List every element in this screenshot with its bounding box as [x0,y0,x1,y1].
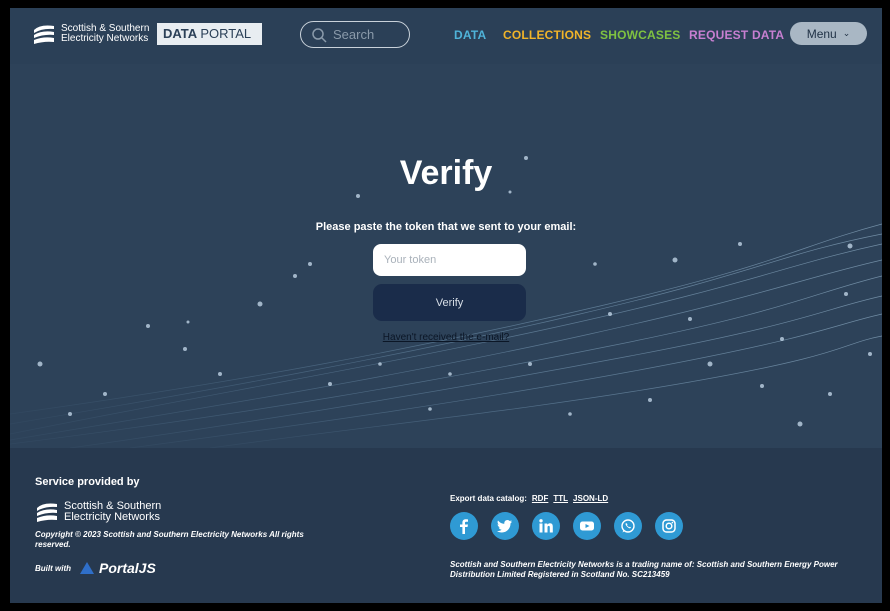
export-ttl-link[interactable]: TTL [553,494,568,503]
chevron-down-icon: ⌄ [842,28,851,38]
youtube-icon[interactable] [573,512,601,540]
export-label: Export data catalog: [450,494,527,503]
ssen-logo-icon [34,25,54,44]
whatsapp-icon[interactable] [614,512,642,540]
site-header: Scottish & Southern Electricity Networks… [10,8,882,64]
linkedin-icon[interactable] [532,512,560,540]
verify-button[interactable]: Verify [373,284,526,321]
social-links [450,512,683,540]
search-placeholder: Search [333,27,375,42]
token-input[interactable] [373,244,526,276]
resend-email-link[interactable]: Haven't received the e-mail? [10,332,882,343]
page-frame: Scottish & Southern Electricity Networks… [10,8,882,603]
portal-bold: DATA [163,26,197,41]
menu-button[interactable]: Menu ⌄ [790,22,867,45]
page-title: Verify [399,154,493,192]
footer-brand-line-2: Electricity Networks [64,511,160,523]
portaljs-link[interactable]: PortalJS [99,560,156,576]
ssen-logo-icon [37,503,57,522]
facebook-glyph [460,519,468,534]
footer-brand-name: Scottish & Southern Electricity Networks [64,501,161,523]
export-jsonld-link[interactable]: JSON-LD [573,494,608,503]
search-icon [312,27,327,43]
twitter-glyph [497,520,512,533]
linkedin-glyph [539,519,553,533]
verify-section: Verify Please paste the token that we se… [10,64,882,448]
search-box[interactable]: Search [300,21,410,48]
service-title: Service provided by [35,476,140,488]
portal-light: PORTAL [200,26,252,41]
instagram-icon[interactable] [655,512,683,540]
copyright-text: Copyright © 2023 Scottish and Southern E… [35,530,304,549]
instagram-glyph [662,519,676,533]
token-prompt: Please paste the token that we sent to y… [315,221,577,233]
legal-text: Scottish and Southern Electricity Networ… [450,560,838,579]
youtube-glyph [580,521,594,531]
export-catalog: Export data catalog: RDF TTL JSON-LD [450,494,608,503]
site-footer: Service provided by Scottish & Southern … [10,448,882,603]
built-with-label: Built with [35,563,71,573]
brand-logo[interactable]: Scottish & Southern Electricity Networks [32,23,149,45]
nav-data[interactable]: DATA [454,28,486,42]
data-portal-badge[interactable]: DATA PORTAL [157,23,262,45]
built-with: Built with PortalJS [35,560,156,576]
nav-request-data[interactable]: REQUEST DATA [689,28,784,42]
brand-line-2: Electricity Networks [61,33,149,44]
export-rdf-link[interactable]: RDF [532,494,548,503]
portaljs-logo-icon [80,562,94,574]
nav-showcases[interactable]: SHOWCASES [600,28,680,42]
facebook-icon[interactable] [450,512,478,540]
whatsapp-glyph [621,519,635,533]
twitter-icon[interactable] [491,512,519,540]
nav-collections[interactable]: COLLECTIONS [503,28,591,42]
footer-brand-logo[interactable]: Scottish & Southern Electricity Networks [35,501,161,523]
menu-label: Menu [806,26,837,41]
brand-name: Scottish & Southern Electricity Networks [61,24,149,44]
